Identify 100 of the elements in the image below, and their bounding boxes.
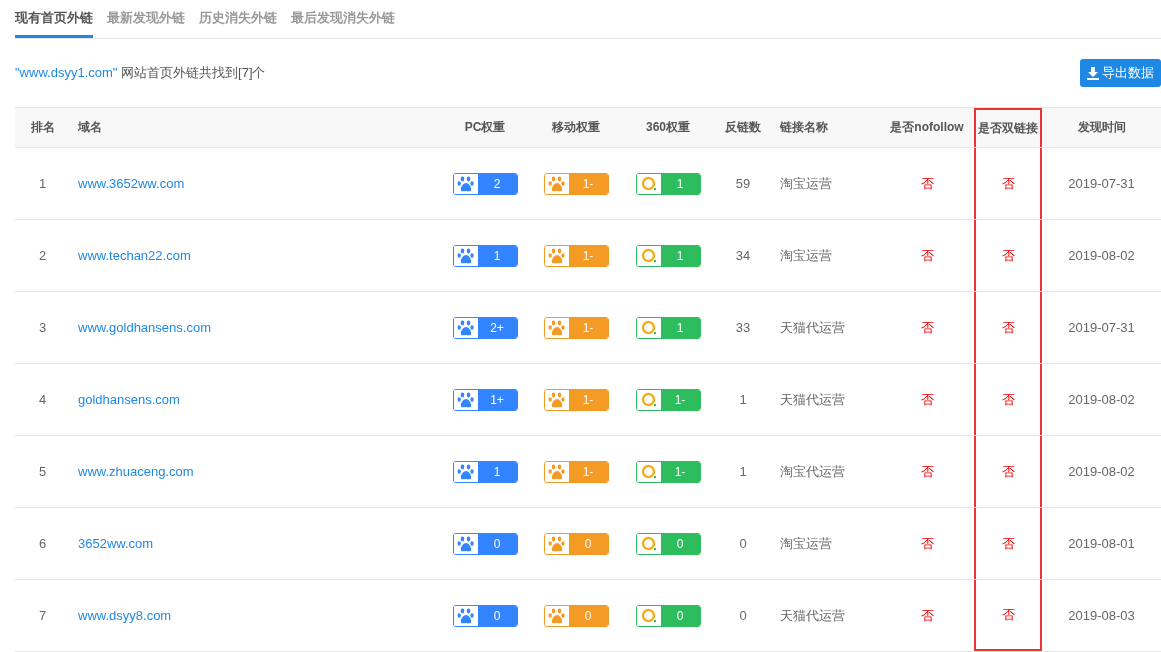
rank-cell-text: 5 (37, 463, 48, 481)
weight-badge: 0 (635, 532, 701, 555)
weight-badge: 2 (452, 172, 518, 195)
double-link-cell: 否 (974, 148, 1042, 219)
weight-badge: 1 (635, 172, 701, 195)
paw-icon (547, 319, 566, 336)
paw-icon (547, 247, 566, 264)
ring-icon (640, 319, 657, 336)
date-cell-text: 2019-07-31 (1067, 319, 1136, 337)
tab[interactable]: 历史消失外链 (199, 0, 277, 38)
backlink-count: 0 (738, 535, 748, 553)
domain-link[interactable]: www.zhuaceng.com (78, 464, 194, 479)
link-name-cell-text: 淘宝运营 (779, 534, 833, 553)
domain-link[interactable]: www.3652ww.com (78, 176, 185, 191)
rank-cell-text: 2 (37, 247, 48, 265)
weight-badge: 1- (635, 460, 701, 483)
link-name-cell-text: 天猫代运营 (779, 318, 846, 337)
backlink-count: 59 (734, 175, 752, 193)
double-link-cell: 否 (974, 364, 1042, 435)
nofollow-cell-text: 否 (919, 246, 935, 265)
weight-badge: 1- (635, 388, 701, 411)
tab[interactable]: 最新发现外链 (107, 0, 185, 38)
nofollow-cell-text: 否 (919, 462, 935, 481)
weight-badge: 0 (452, 532, 518, 555)
date-cell-text: 2019-07-31 (1067, 175, 1136, 193)
column-header: 排名 (29, 119, 56, 136)
paw-icon (547, 535, 566, 552)
link-name-cell-text: 天猫代运营 (779, 606, 846, 625)
column-header: 发现时间 (1076, 119, 1127, 136)
backlink-count: 1 (738, 391, 748, 409)
weight-badge: 2+ (452, 316, 518, 339)
link-name-cell-text: 淘宝代运营 (779, 462, 846, 481)
link-name-cell-text: 天猫代运营 (779, 390, 846, 409)
domain-link[interactable]: www.techan22.com (78, 248, 191, 263)
nofollow-cell-text: 否 (919, 534, 935, 553)
link-name-cell-text: 淘宝运营 (779, 246, 833, 265)
backlink-count: 33 (734, 319, 752, 337)
ring-icon (640, 175, 657, 192)
weight-badge: 1 (452, 460, 518, 483)
nofollow-cell-text: 否 (919, 318, 935, 337)
double-link-cell: 否 (974, 292, 1042, 363)
paw-icon (456, 175, 475, 192)
date-cell-text: 2019-08-02 (1067, 463, 1136, 481)
double-link-cell: 否 (974, 508, 1042, 579)
paw-icon (456, 319, 475, 336)
weight-badge: 0 (635, 604, 701, 627)
nofollow-cell-text: 否 (919, 606, 935, 625)
rank-cell-text: 3 (37, 319, 48, 337)
weight-badge: 1 (635, 244, 701, 267)
date-cell-text: 2019-08-02 (1067, 391, 1136, 409)
weight-badge: 1+ (452, 388, 518, 411)
tab[interactable]: 最后发现消失外链 (291, 0, 395, 38)
column-header: 链接名称 (779, 119, 829, 136)
ring-icon (640, 535, 657, 552)
double-link-cell: 否 (974, 220, 1042, 291)
weight-badge: 1- (543, 460, 609, 483)
weight-badge: 1- (543, 388, 609, 411)
date-cell-text: 2019-08-02 (1067, 247, 1136, 265)
domain-link[interactable]: goldhansens.com (78, 392, 180, 407)
weight-badge: 0 (543, 604, 609, 627)
date-cell-text: 2019-08-03 (1067, 607, 1136, 625)
rank-cell-text: 7 (37, 607, 48, 625)
ring-icon (640, 463, 657, 480)
export-button[interactable]: 导出数据 (1080, 59, 1161, 87)
ring-icon (640, 247, 657, 264)
column-header: 移动权重 (551, 119, 601, 136)
weight-badge: 1- (543, 316, 609, 339)
paw-icon (456, 607, 475, 624)
column-header: 域名 (76, 119, 103, 136)
date-cell-text: 2019-08-01 (1067, 535, 1136, 553)
weight-badge: 0 (452, 604, 518, 627)
paw-icon (456, 463, 475, 480)
link-name-cell-text: 淘宝运营 (779, 174, 833, 193)
column-header: PC权重 (463, 119, 507, 136)
paw-icon (547, 463, 566, 480)
weight-badge: 1 (635, 316, 701, 339)
weight-badge: 1- (543, 244, 609, 267)
paw-icon (456, 247, 475, 264)
domain-link[interactable]: www.goldhansens.com (78, 320, 211, 335)
tab[interactable]: 现有首页外链 (15, 0, 93, 38)
paw-icon (547, 391, 566, 408)
backlink-count: 1 (738, 463, 748, 481)
weight-badge: 1 (452, 244, 518, 267)
double-link-cell: 否 (974, 436, 1042, 507)
weight-badge: 0 (543, 532, 609, 555)
domain-link[interactable]: www.dsyy8.com (78, 608, 172, 623)
rank-cell-text: 1 (37, 175, 48, 193)
ring-icon (640, 607, 657, 624)
ring-icon (640, 391, 657, 408)
double-link-cell: 否 (974, 580, 1042, 651)
paw-icon (547, 607, 566, 624)
nofollow-cell-text: 否 (919, 390, 935, 409)
column-header: 反链数 (724, 119, 762, 136)
rank-cell-text: 4 (37, 391, 48, 409)
weight-badge: 1- (543, 172, 609, 195)
download-icon (1087, 66, 1099, 80)
backlink-count: 34 (734, 247, 752, 265)
domain-link[interactable]: 3652ww.com (78, 536, 154, 551)
paw-icon (456, 535, 475, 552)
summary-text: "www.dsyy1.com" 网站首页外链共找到[7]个 (15, 64, 266, 82)
